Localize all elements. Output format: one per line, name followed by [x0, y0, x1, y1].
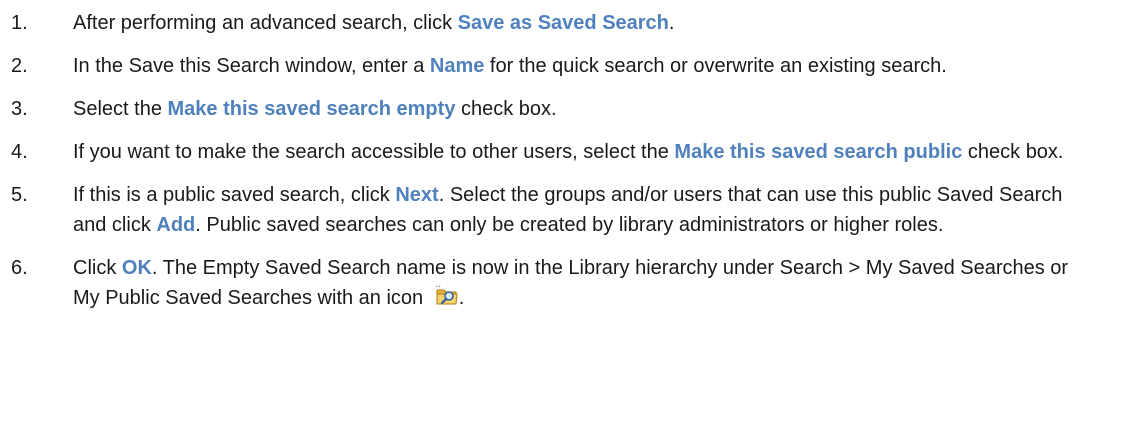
ui-term-make-empty: Make this saved search empty [167, 98, 456, 120]
step-text: If you want to make the search accessibl… [73, 141, 1064, 163]
step-text: After performing an advanced search, cli… [73, 12, 675, 34]
saved-search-folder-icon [435, 284, 459, 315]
step-2: 2. In the Save this Search window, enter… [0, 51, 1129, 81]
step-6: 6. Click OK. The Empty Saved Search name… [0, 253, 1129, 315]
step-text: In the Save this Search window, enter a … [73, 55, 947, 77]
ui-term-save-as-saved-search: Save as Saved Search [457, 12, 669, 34]
step-number: 2. [11, 55, 28, 77]
step-number: 6. [11, 257, 28, 279]
step-3: 3. Select the Make this saved search emp… [0, 94, 1129, 124]
ui-term-add: Add [156, 214, 196, 236]
step-text: Click OK. The Empty Saved Search name is… [73, 253, 1093, 315]
step-number: 3. [11, 98, 28, 120]
ui-term-name: Name [429, 55, 485, 77]
ui-term-next: Next [395, 184, 439, 206]
instruction-steps: 1. After performing an advanced search, … [0, 0, 1129, 315]
step-number: 1. [11, 12, 28, 34]
step-4: 4. If you want to make the search access… [0, 137, 1129, 167]
ui-term-ok: OK [121, 257, 152, 279]
step-5: 5. If this is a public saved search, cli… [0, 180, 1129, 240]
step-1: 1. After performing an advanced search, … [0, 8, 1129, 38]
step-text: If this is a public saved search, click … [73, 184, 1063, 236]
step-number: 4. [11, 141, 28, 163]
step-text: Select the Make this saved search empty … [73, 98, 557, 120]
ui-term-make-public: Make this saved search public [674, 141, 963, 163]
step-number: 5. [11, 184, 28, 206]
